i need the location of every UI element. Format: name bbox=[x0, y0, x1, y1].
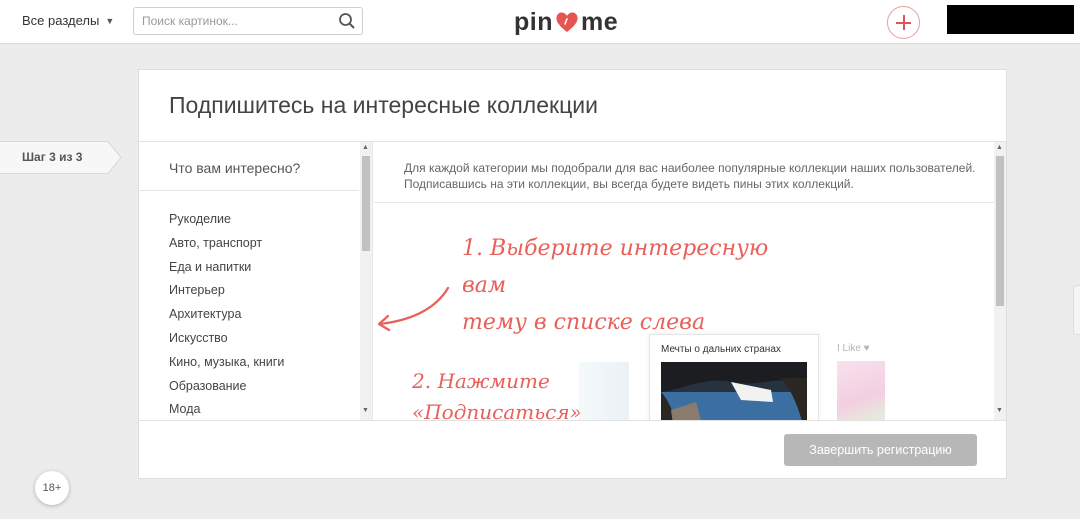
collection-card[interactable]: I Like ♥ bbox=[829, 334, 929, 420]
search-icon[interactable] bbox=[338, 12, 356, 30]
collections-panel: Для каждой категории мы подобрали для ва… bbox=[374, 142, 1006, 420]
arrow-icon bbox=[377, 286, 450, 332]
scroll-down-icon[interactable]: ▼ bbox=[996, 407, 1003, 414]
chevron-down-icon: ▼ bbox=[105, 15, 115, 26]
page-title: Подпишитесь на интересные коллекции bbox=[169, 92, 598, 118]
top-navbar: Все разделы ▼ pin me bbox=[0, 0, 1080, 44]
collection-photo bbox=[837, 361, 885, 420]
collections-scrollbar[interactable]: ▲ ▼ bbox=[994, 142, 1006, 420]
collection-card[interactable]: Мечты о дальних странах bbox=[649, 334, 819, 420]
category-item[interactable]: Мода bbox=[169, 402, 284, 420]
logo-text-me: me bbox=[581, 7, 619, 36]
collection-title: I Like ♥ bbox=[837, 343, 870, 354]
sections-dropdown[interactable]: Все разделы ▼ bbox=[22, 13, 114, 28]
category-item[interactable]: Интерьер bbox=[169, 283, 284, 307]
category-item[interactable]: Кино, музыка, книги bbox=[169, 355, 284, 379]
category-question: Что вам интересно? bbox=[169, 160, 301, 176]
side-tab[interactable] bbox=[1073, 285, 1080, 335]
collection-title: Мечты о дальних странах bbox=[661, 344, 781, 355]
add-pin-button[interactable] bbox=[887, 6, 920, 39]
category-item[interactable]: Рукоделие bbox=[169, 212, 284, 236]
logo-text-pin: pin bbox=[514, 7, 553, 36]
category-scrollbar[interactable]: ▲ ▼ bbox=[360, 142, 372, 420]
category-item[interactable]: Искусство bbox=[169, 331, 284, 355]
user-menu[interactable] bbox=[947, 5, 1074, 34]
category-list: Рукоделие Авто, транспорт Еда и напитки … bbox=[169, 212, 284, 420]
age-rating-badge[interactable]: 18+ bbox=[35, 471, 69, 505]
scrollbar-thumb[interactable] bbox=[996, 156, 1004, 306]
scroll-up-icon[interactable]: ▲ bbox=[996, 144, 1003, 151]
category-item[interactable]: Авто, транспорт bbox=[169, 236, 284, 260]
search-box bbox=[133, 7, 363, 35]
logo[interactable]: pin me bbox=[514, 7, 618, 37]
category-item[interactable]: Образование bbox=[169, 379, 284, 403]
category-item[interactable]: Архитектура bbox=[169, 307, 284, 331]
collection-preview-faded bbox=[579, 362, 629, 420]
divider bbox=[139, 190, 359, 191]
hint-1-line-1: 1. Выберите интересную вам bbox=[462, 236, 769, 298]
heart-icon bbox=[556, 12, 578, 32]
finish-registration-button[interactable]: Завершить регистрацию bbox=[784, 434, 977, 466]
divider bbox=[374, 202, 994, 203]
scroll-up-icon[interactable]: ▲ bbox=[362, 144, 369, 151]
subscription-card: Подпишитесь на интересные коллекции Что … bbox=[138, 69, 1007, 479]
divider bbox=[139, 420, 1006, 421]
category-panel: Что вам интересно? Рукоделие Авто, транс… bbox=[139, 142, 373, 420]
category-item[interactable]: Еда и напитки bbox=[169, 260, 284, 284]
collection-photo bbox=[661, 362, 807, 420]
search-input[interactable] bbox=[134, 8, 329, 34]
scroll-down-icon[interactable]: ▼ bbox=[362, 407, 369, 414]
step-indicator: Шаг 3 из 3 bbox=[0, 141, 122, 174]
intro-text: Для каждой категории мы подобрали для ва… bbox=[404, 161, 976, 191]
sections-label: Все разделы bbox=[22, 13, 100, 28]
scrollbar-thumb[interactable] bbox=[362, 156, 370, 251]
hint-step-1: 1. Выберите интересную вам тему в списке… bbox=[462, 230, 792, 341]
step-label: Шаг 3 из 3 bbox=[22, 150, 83, 164]
